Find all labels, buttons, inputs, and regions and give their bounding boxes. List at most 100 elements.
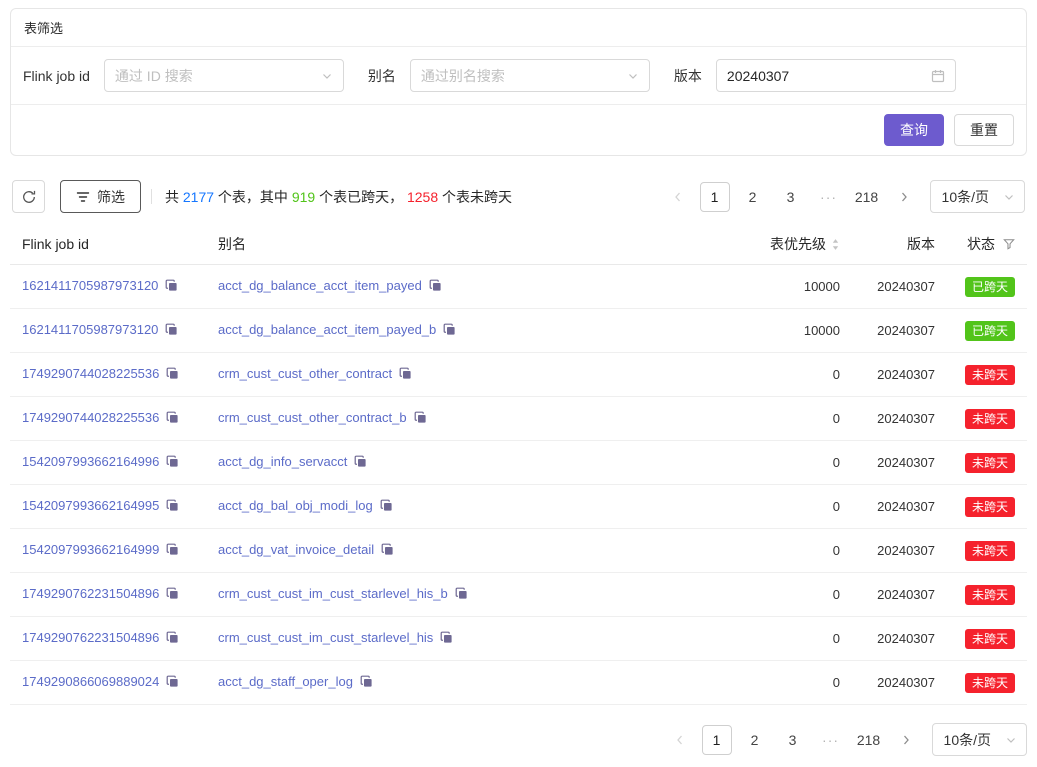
copy-icon[interactable] — [381, 543, 394, 559]
job-id-cell: 1749290744028225536 — [10, 353, 206, 397]
copy-icon[interactable] — [166, 367, 179, 383]
copy-icon[interactable] — [360, 675, 373, 691]
status-badge: 未跨天 — [965, 409, 1015, 429]
column-header-flink-job-id: Flink job id — [10, 229, 206, 265]
summary-mid2: 个表已跨天， — [315, 189, 407, 205]
version-cell: 20240307 — [852, 397, 947, 441]
job-id-link[interactable]: 1749290744028225536 — [22, 366, 159, 381]
table-row: 1542097993662164999 acct_dg_vat_invoice_d… — [10, 529, 1027, 573]
alias-link[interactable]: crm_cust_cust_other_contract_b — [218, 410, 407, 425]
job-id-link[interactable]: 1542097993662164999 — [22, 542, 159, 557]
copy-icon[interactable] — [399, 367, 412, 383]
alias-select[interactable]: 通过别名搜索 — [410, 59, 650, 92]
table-row: 1749290744028225536 crm_cust_cust_other_c… — [10, 397, 1027, 441]
copy-icon[interactable] — [166, 675, 179, 691]
alias-link[interactable]: crm_cust_cust_other_contract — [218, 366, 392, 381]
version-date-input[interactable]: 20240307 — [716, 59, 956, 92]
pagination-ellipsis[interactable]: ··· — [814, 182, 844, 212]
copy-icon[interactable] — [380, 499, 393, 515]
copy-icon[interactable] — [166, 587, 179, 603]
alias-cell: acct_dg_vat_invoice_detail — [206, 529, 722, 573]
filter-card-title: 表筛选 — [11, 9, 1026, 46]
reset-button[interactable]: 重置 — [954, 114, 1014, 146]
priority-cell: 0 — [722, 661, 852, 705]
job-id-cell: 1621411705987973120 — [10, 265, 206, 309]
job-id-link[interactable]: 1621411705987973120 — [22, 278, 158, 293]
filter-funnel-icon[interactable] — [1003, 237, 1015, 253]
pagination-top: 123 ··· 218 10条/页 — [664, 180, 1025, 213]
version-cell: 20240307 — [852, 441, 947, 485]
copy-icon[interactable] — [443, 323, 456, 339]
alias-label: 别名 — [368, 66, 396, 86]
chevron-down-icon — [321, 70, 333, 82]
filter-button[interactable]: 筛选 — [60, 180, 141, 213]
copy-icon[interactable] — [166, 631, 179, 647]
page-size-select[interactable]: 10条/页 — [930, 180, 1025, 213]
alias-link[interactable]: acct_dg_balance_acct_item_payed — [218, 278, 422, 293]
alias-link[interactable]: acct_dg_balance_acct_item_payed_b — [218, 322, 436, 337]
search-button[interactable]: 查询 — [884, 114, 944, 146]
pagination-next[interactable] — [892, 725, 920, 755]
pagination-page-218[interactable]: 218 — [854, 725, 884, 755]
job-id-link[interactable]: 1749290762231504896 — [22, 586, 159, 601]
pagination-next[interactable] — [890, 182, 918, 212]
job-id-link[interactable]: 1542097993662164995 — [22, 498, 159, 513]
alias-link[interactable]: acct_dg_info_servacct — [218, 454, 347, 469]
copy-icon[interactable] — [166, 499, 179, 515]
status-header-label: 状态 — [967, 236, 995, 252]
pagination-prev[interactable] — [664, 182, 692, 212]
copy-icon[interactable] — [414, 411, 427, 427]
alias-link[interactable]: crm_cust_cust_im_cust_starlevel_his — [218, 630, 433, 645]
summary-uncrossed-count: 1258 — [407, 189, 438, 205]
filter-actions: 查询 重置 — [11, 105, 1026, 155]
data-table: Flink job id 别名 表优先级 版本 状态 1621411705987… — [10, 229, 1027, 705]
table-summary: 共 2177 个表，其中 919 个表已跨天， 1258 个表未跨天 — [165, 187, 512, 207]
pagination-page-2[interactable]: 2 — [738, 182, 768, 212]
alias-link[interactable]: acct_dg_vat_invoice_detail — [218, 542, 374, 557]
status-badge: 未跨天 — [965, 585, 1015, 605]
job-id-link[interactable]: 1749290866069889024 — [22, 674, 159, 689]
flink-job-id-select[interactable]: 通过 ID 搜索 — [104, 59, 344, 92]
copy-icon[interactable] — [455, 587, 468, 603]
pagination-ellipsis[interactable]: ··· — [816, 725, 846, 755]
table-body: 1621411705987973120 acct_dg_balance_acct_… — [10, 265, 1027, 705]
refresh-button[interactable] — [12, 180, 45, 213]
page-size-select[interactable]: 10条/页 — [932, 723, 1027, 756]
job-id-link[interactable]: 1621411705987973120 — [22, 322, 158, 337]
summary-total-count: 2177 — [183, 189, 214, 205]
copy-icon[interactable] — [166, 455, 179, 471]
job-id-cell: 1749290866069889024 — [10, 661, 206, 705]
table-row: 1749290762231504896 crm_cust_cust_im_cust… — [10, 573, 1027, 617]
copy-icon[interactable] — [440, 631, 453, 647]
status-cell: 未跨天 — [947, 661, 1027, 705]
priority-cell: 10000 — [722, 309, 852, 353]
copy-icon[interactable] — [165, 323, 178, 339]
pagination-page-2[interactable]: 2 — [740, 725, 770, 755]
copy-icon[interactable] — [429, 279, 442, 295]
copy-icon[interactable] — [165, 279, 178, 295]
pagination-page-3[interactable]: 3 — [776, 182, 806, 212]
pagination-page-218[interactable]: 218 — [852, 182, 882, 212]
copy-icon[interactable] — [166, 411, 179, 427]
job-id-cell: 1542097993662164999 — [10, 529, 206, 573]
alias-link[interactable]: acct_dg_bal_obj_modi_log — [218, 498, 373, 513]
version-cell: 20240307 — [852, 309, 947, 353]
pagination-prev[interactable] — [666, 725, 694, 755]
job-id-link[interactable]: 1749290744028225536 — [22, 410, 159, 425]
copy-icon[interactable] — [166, 543, 179, 559]
copy-icon[interactable] — [354, 455, 367, 471]
pagination-page-1[interactable]: 1 — [702, 725, 732, 755]
table-row: 1542097993662164995 acct_dg_bal_obj_modi_… — [10, 485, 1027, 529]
chevron-down-icon — [1003, 191, 1015, 203]
job-id-link[interactable]: 1749290762231504896 — [22, 630, 159, 645]
alias-cell: crm_cust_cust_im_cust_starlevel_his_b — [206, 573, 722, 617]
status-badge: 未跨天 — [965, 629, 1015, 649]
pagination-page-3[interactable]: 3 — [778, 725, 808, 755]
job-id-link[interactable]: 1542097993662164996 — [22, 454, 159, 469]
pagination-page-1[interactable]: 1 — [700, 182, 730, 212]
alias-link[interactable]: acct_dg_staff_oper_log — [218, 674, 353, 689]
chevron-down-icon — [627, 70, 639, 82]
job-id-cell: 1542097993662164996 — [10, 441, 206, 485]
sort-icon[interactable] — [831, 238, 840, 254]
alias-link[interactable]: crm_cust_cust_im_cust_starlevel_his_b — [218, 586, 448, 601]
